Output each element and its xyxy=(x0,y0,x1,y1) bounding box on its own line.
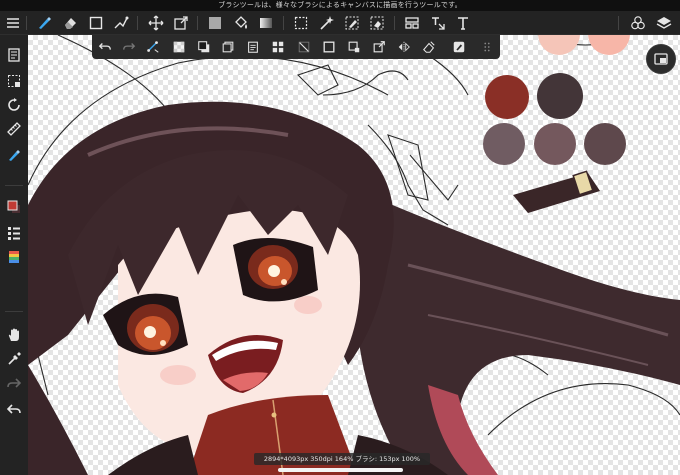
edit-icon[interactable] xyxy=(4,45,24,65)
fill-fg-icon[interactable] xyxy=(195,38,213,56)
toolbar-separator xyxy=(394,16,395,30)
left-sidebar xyxy=(0,35,28,475)
select-eraser-icon[interactable] xyxy=(367,13,387,33)
clear-icon[interactable] xyxy=(170,38,188,56)
canvas-size-icon[interactable] xyxy=(345,38,363,56)
toolbar-separator xyxy=(618,16,619,30)
redo-side-icon[interactable] xyxy=(4,373,24,393)
undo-side-icon[interactable] xyxy=(4,399,24,419)
brush-tool-icon[interactable] xyxy=(4,145,24,165)
sidebar-separator xyxy=(5,185,23,186)
text-icon[interactable] xyxy=(453,13,473,33)
fill-color-icon[interactable] xyxy=(205,13,225,33)
copy-icon[interactable] xyxy=(219,38,237,56)
select-pen-icon[interactable] xyxy=(342,13,362,33)
navigator-icon xyxy=(654,53,668,65)
hand-icon[interactable] xyxy=(4,325,24,345)
navigator-button[interactable] xyxy=(646,44,676,74)
lasso-select-icon[interactable] xyxy=(291,13,311,33)
rotate-icon[interactable] xyxy=(4,95,24,115)
palette-swatch-4[interactable] xyxy=(534,123,576,165)
grid-icon[interactable] xyxy=(269,38,287,56)
layer-list-icon[interactable] xyxy=(4,223,24,243)
line-icon[interactable] xyxy=(295,38,313,56)
gradient-icon[interactable] xyxy=(256,13,276,33)
palette-icon[interactable] xyxy=(4,247,24,267)
menu-icon[interactable] xyxy=(3,13,23,33)
smudge-icon[interactable] xyxy=(111,13,131,33)
text-icon-2[interactable] xyxy=(428,13,448,33)
eraser-icon[interactable] xyxy=(60,13,80,33)
eraser-layer-icon[interactable] xyxy=(420,38,438,56)
palette-swatch-5[interactable] xyxy=(584,123,626,165)
sidebar-separator xyxy=(5,311,23,312)
export-icon[interactable] xyxy=(370,38,388,56)
paste-icon[interactable] xyxy=(244,38,262,56)
toolbar-separator xyxy=(26,16,27,30)
ruler-icon[interactable] xyxy=(4,119,24,139)
shape-icon[interactable] xyxy=(86,13,106,33)
color-icon[interactable] xyxy=(4,197,24,217)
bucket-icon[interactable] xyxy=(231,13,251,33)
materials-icon[interactable] xyxy=(628,13,648,33)
undo-icon[interactable] xyxy=(96,38,114,56)
canvas-status-bar: 2894*4093px 350dpi 164% ブラシ: 153px 100% xyxy=(254,453,430,465)
frame-icon[interactable] xyxy=(320,38,338,56)
drawing-canvas[interactable] xyxy=(28,35,680,475)
brush-icon[interactable] xyxy=(34,13,54,33)
palette-swatch-2[interactable] xyxy=(537,73,583,119)
select-all-icon[interactable] xyxy=(4,71,24,91)
toolbar-separator xyxy=(197,16,198,30)
magic-wand-icon[interactable] xyxy=(316,13,336,33)
palette-swatch-3[interactable] xyxy=(483,123,525,165)
flip-icon[interactable] xyxy=(395,38,413,56)
sub-toolbar xyxy=(92,35,500,59)
toolbar-separator xyxy=(283,16,284,30)
edit-layer-icon[interactable] xyxy=(450,38,468,56)
eye-right xyxy=(233,237,318,302)
toolbar-separator xyxy=(137,16,138,30)
snap-icon[interactable] xyxy=(144,38,162,56)
more-icon[interactable] xyxy=(478,38,496,56)
eyedropper-icon[interactable] xyxy=(4,349,24,369)
transform-icon[interactable] xyxy=(171,13,191,33)
move-icon[interactable] xyxy=(146,13,166,33)
home-indicator[interactable] xyxy=(278,468,403,472)
main-toolbar xyxy=(0,11,680,35)
eye-left xyxy=(103,293,188,355)
hint-bar: ブラシツールは、様々なブラシによるキャンバスに描画を行うツールです。 xyxy=(0,0,680,11)
panel-icon[interactable] xyxy=(402,13,422,33)
palette-swatch-1[interactable] xyxy=(485,75,529,119)
layers-icon[interactable] xyxy=(654,13,674,33)
redo-icon[interactable] xyxy=(120,38,138,56)
